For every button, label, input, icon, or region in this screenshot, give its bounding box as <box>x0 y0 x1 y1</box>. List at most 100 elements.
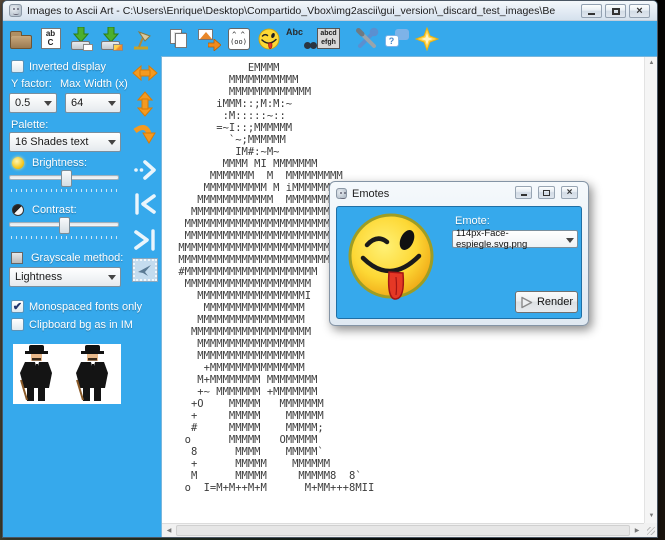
emotes-dialog-content: Emote: 114px-Face-espiegle.svg.png Rende… <box>336 206 582 319</box>
minimize-button[interactable] <box>581 4 602 18</box>
dialog-minimize-button[interactable] <box>515 186 532 199</box>
grayscale-label: Grayscale method: <box>31 252 123 264</box>
window-title: Images to Ascii Art - C:\Users\Enrique\D… <box>27 5 555 17</box>
monospaced-checkbox[interactable]: ✔ <box>11 300 24 313</box>
minimize-icon <box>588 13 595 15</box>
sparkle-icon <box>415 27 439 51</box>
slider-thumb[interactable] <box>61 170 72 187</box>
import-image-icon <box>70 27 92 51</box>
max-width-select[interactable]: 64 <box>65 93 121 113</box>
chevron-down-icon <box>44 101 52 106</box>
render-button[interactable]: Render <box>515 291 578 313</box>
rotate-button[interactable] <box>127 121 163 149</box>
convert-image-button[interactable] <box>196 26 221 52</box>
font-sample-icon: abcd efgh <box>317 28 340 49</box>
clipboard-bg-checkbox[interactable] <box>11 318 24 331</box>
skip-start-icon <box>132 191 158 217</box>
font-find-button[interactable]: Abc <box>286 26 311 52</box>
chevron-down-icon <box>108 101 116 106</box>
contrast-label: Contrast: <box>32 204 77 216</box>
copy-button[interactable] <box>166 26 191 52</box>
ascii-face-button[interactable]: ^ ^ (oo) <box>226 26 251 52</box>
grayscale-icon <box>11 252 23 264</box>
vertical-arrow-icon <box>134 91 156 117</box>
skip-to-start-button[interactable] <box>127 190 163 218</box>
inverted-display-label: Inverted display <box>29 61 106 73</box>
emotes-dialog: Emotes × <box>329 181 589 326</box>
ascii-face-icon: ^ ^ (oo) <box>228 28 250 50</box>
grayscale-select[interactable]: Lightness <box>9 267 121 287</box>
render-button-label: Render <box>537 296 573 308</box>
font-sample-button[interactable]: abcd efgh <box>316 26 341 52</box>
stretch-horizontal-button[interactable] <box>127 59 163 87</box>
close-button[interactable]: × <box>629 4 650 18</box>
emote-select[interactable]: 114px-Face-espiegle.svg.png <box>452 230 578 248</box>
scroll-up-icon[interactable]: ▲ <box>645 57 658 70</box>
chevron-down-icon <box>108 140 116 145</box>
titlebar[interactable]: Images to Ascii Art - C:\Users\Enrique\D… <box>3 1 657 21</box>
main-window: Images to Ascii Art - C:\Users\Enrique\D… <box>2 0 658 538</box>
maximize-icon <box>543 190 550 196</box>
clipboard-bg-label: Clipboard bg as in IM <box>29 319 133 331</box>
import-image-button[interactable] <box>68 26 93 52</box>
brightness-label: Brightness: <box>32 157 87 169</box>
inverted-display-checkbox[interactable] <box>11 60 24 73</box>
chevron-down-icon <box>108 275 116 280</box>
scroll-down-icon[interactable]: ▼ <box>645 510 658 523</box>
ascii-text-button[interactable]: ab C <box>38 26 63 52</box>
brightness-slider[interactable] <box>9 170 119 192</box>
send-mail-button[interactable] <box>127 256 163 284</box>
skip-to-end-button[interactable] <box>127 226 163 254</box>
tools-button[interactable] <box>354 26 379 52</box>
close-icon: × <box>636 6 642 17</box>
palette-select[interactable]: 16 Shades text <box>9 132 121 152</box>
contrast-slider[interactable] <box>9 217 119 239</box>
dashed-arrow-icon <box>132 157 158 183</box>
dialog-close-button[interactable]: × <box>561 186 578 199</box>
emote-preview-image <box>345 211 437 308</box>
dialog-maximize-button[interactable] <box>538 186 555 199</box>
maximize-icon <box>612 8 620 15</box>
help-button[interactable]: ? <box>384 26 409 52</box>
horizontal-scrollbar[interactable]: ◀ ▶ <box>162 523 644 537</box>
y-factor-select[interactable]: 0.5 <box>9 93 57 113</box>
app-icon <box>9 4 22 17</box>
step-forward-button[interactable] <box>127 156 163 184</box>
scroll-left-icon[interactable]: ◀ <box>162 524 176 538</box>
sparkle-button[interactable] <box>414 26 439 52</box>
y-factor-value: 0.5 <box>15 97 30 109</box>
minimize-icon <box>521 194 527 196</box>
ascii-text-icon: ab C <box>41 28 61 49</box>
emote-label: Emote: <box>455 215 490 227</box>
copy-icon <box>168 28 190 50</box>
stretch-vertical-button[interactable] <box>127 90 163 118</box>
vertical-scrollbar[interactable]: ▲ ▼ <box>644 57 657 523</box>
import-picture-icon <box>100 27 122 51</box>
emotes-dialog-icon <box>336 188 347 199</box>
palette-label: Palette: <box>11 119 48 131</box>
font-find-icon: Abc <box>286 27 311 51</box>
folder-icon <box>10 35 32 49</box>
y-factor-label: Y factor: <box>11 78 52 90</box>
close-icon: × <box>567 188 573 198</box>
emotes-dialog-titlebar[interactable]: Emotes × <box>330 182 588 205</box>
lamp-button[interactable] <box>128 26 153 52</box>
maximize-button[interactable] <box>605 4 626 18</box>
emote-value: 114px-Face-espiegle.svg.png <box>456 228 577 250</box>
tools-icon <box>355 27 379 51</box>
resize-grip[interactable] <box>644 523 657 537</box>
emotes-button[interactable] <box>256 26 281 52</box>
palette-value: 16 Shades text <box>15 136 88 148</box>
scroll-right-icon[interactable]: ▶ <box>630 524 644 538</box>
monospaced-label: Monospaced fonts only <box>29 301 142 313</box>
open-folder-button[interactable] <box>8 26 33 52</box>
stamp-icon <box>133 259 157 281</box>
skip-end-icon <box>132 227 158 253</box>
emotes-dialog-title: Emotes <box>352 188 389 200</box>
play-icon <box>520 296 533 309</box>
emote-smiley-icon <box>258 28 280 50</box>
hscroll-thumb[interactable] <box>176 525 630 536</box>
slider-thumb[interactable] <box>59 217 70 234</box>
import-picture-button[interactable] <box>98 26 123 52</box>
image-convert-icon <box>197 27 221 51</box>
